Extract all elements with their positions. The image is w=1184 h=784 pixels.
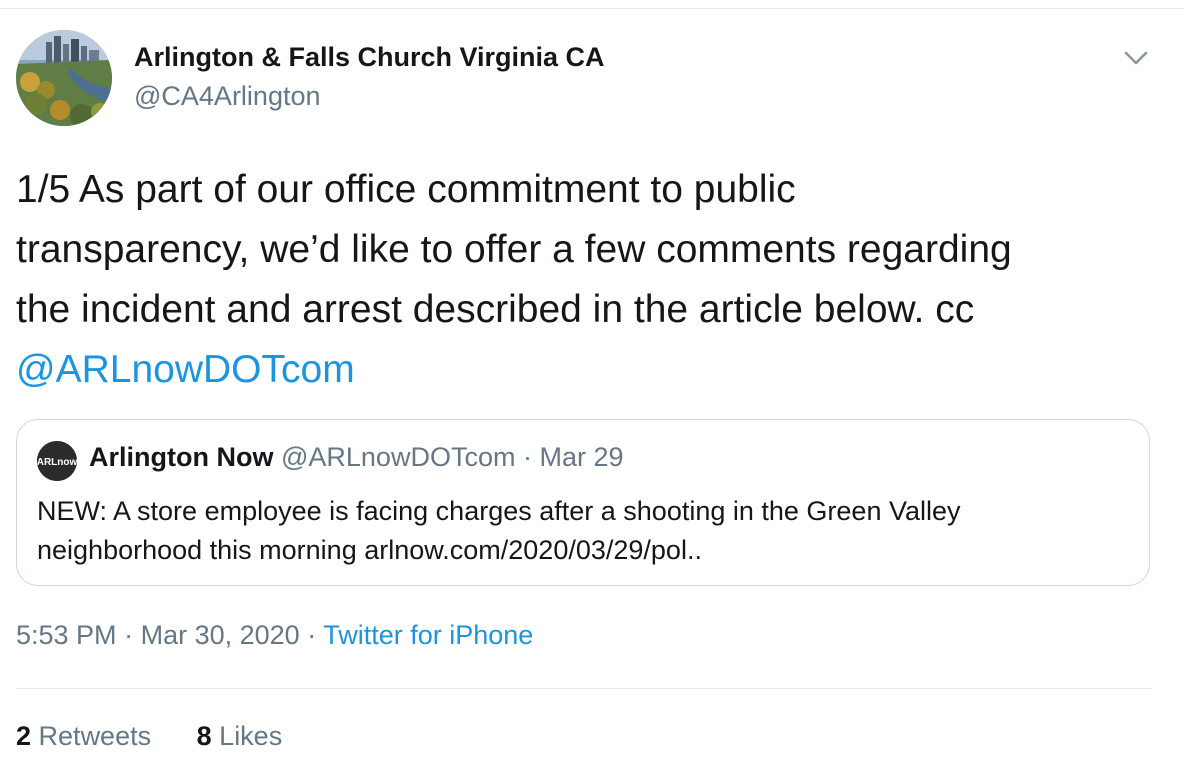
quoted-author-handle: @ARLnowDOTcom	[280, 442, 516, 472]
tweet-text: 1/5 As part of our office commitment to …	[16, 160, 1166, 400]
author-handle[interactable]: @CA4Arlington	[134, 81, 321, 112]
quoted-text-line: NEW: A store employee is facing charges …	[37, 496, 961, 526]
separator-dot: ·	[522, 442, 532, 472]
likes-label: Likes	[219, 721, 283, 751]
source-link[interactable]: Twitter for iPhone	[323, 620, 533, 650]
quoted-tweet[interactable]: ARLnow Arlington Now @ARLnowDOTcom · Mar…	[16, 419, 1150, 586]
chevron-down-icon[interactable]	[1122, 44, 1150, 72]
tweet-time[interactable]: 5:53 PM	[16, 620, 117, 650]
likes-stat[interactable]: 8 Likes	[197, 721, 283, 751]
quoted-text-line: neighborhood this morning arlnow.com/202…	[37, 535, 702, 565]
author-avatar[interactable]	[16, 30, 112, 126]
quoted-author-name: Arlington Now	[89, 442, 274, 472]
divider	[0, 8, 1184, 9]
retweets-count: 2	[16, 721, 32, 751]
logo-text: ARLnow	[37, 457, 77, 468]
tweet-meta: 5:53 PM · Mar 30, 2020 · Twitter for iPh…	[16, 620, 533, 651]
engagement-stats: 2 Retweets 8 Likes	[16, 721, 320, 752]
quoted-text: NEW: A store employee is facing charges …	[37, 492, 1127, 570]
separator-dot: ·	[124, 620, 134, 650]
retweets-label: Retweets	[38, 721, 152, 751]
author-display-name[interactable]: Arlington & Falls Church Virginia CA	[134, 42, 605, 73]
divider	[16, 688, 1152, 689]
tweet-date[interactable]: Mar 30, 2020	[141, 620, 300, 650]
tweet-text-line: 1/5 As part of our office commitment to …	[16, 168, 796, 211]
separator-dot: ·	[307, 620, 317, 650]
tweet-card: Arlington & Falls Church Virginia CA @CA…	[0, 0, 1184, 784]
retweets-stat[interactable]: 2 Retweets	[16, 721, 151, 751]
mention-link[interactable]: @ARLnowDOTcom	[16, 340, 1166, 400]
quoted-date: Mar 29	[539, 442, 624, 472]
tweet-text-line: transparency, we’d like to offer a few c…	[16, 228, 1012, 271]
quoted-header: Arlington Now @ARLnowDOTcom · Mar 29	[89, 442, 624, 473]
quoted-author-avatar: ARLnow	[37, 441, 77, 481]
tweet-text-line: the incident and arrest described in the…	[16, 288, 975, 331]
likes-count: 8	[196, 721, 212, 751]
